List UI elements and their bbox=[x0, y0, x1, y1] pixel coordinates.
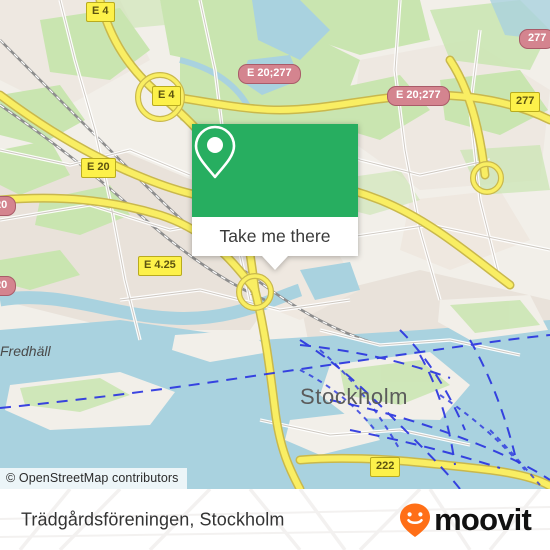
road-shield-e20: E 20 bbox=[81, 158, 116, 178]
map-canvas[interactable]: Stockholm Fredhäll E 4 E 4 E 20 E 4.25 E… bbox=[0, 0, 550, 489]
destination-name: Trädgårdsföreningen, Stockholm bbox=[21, 509, 285, 529]
map-pin-icon bbox=[194, 125, 236, 179]
road-shield-e4-north: E 4 bbox=[86, 2, 115, 22]
moovit-wordmark: moovit bbox=[434, 502, 532, 537]
map-label-stockholm: Stockholm bbox=[300, 384, 409, 409]
road-shield-277-pink: 277 bbox=[519, 29, 550, 49]
road-shield-277: 277 bbox=[510, 92, 541, 112]
moovit-logo[interactable]: moovit bbox=[398, 502, 532, 538]
moovit-map-screen: Stockholm Fredhäll E 4 E 4 E 20 E 4.25 E… bbox=[0, 0, 550, 550]
road-shield-e20-277-b: E 20;277 bbox=[387, 86, 450, 106]
popup-pointer bbox=[262, 256, 288, 270]
popup-header bbox=[192, 124, 358, 217]
road-shield-e20-277-a: E 20;277 bbox=[238, 64, 301, 84]
road-shield-e425: E 4.25 bbox=[138, 256, 182, 276]
osm-attribution[interactable]: © OpenStreetMap contributors bbox=[0, 468, 187, 489]
take-me-there-button[interactable]: Take me there bbox=[192, 217, 358, 256]
destination-popup[interactable]: Take me there bbox=[192, 124, 358, 270]
moovit-pin-smile-icon bbox=[400, 503, 431, 537]
road-shield-222: 222 bbox=[370, 457, 401, 477]
footer-bar: Trädgårdsföreningen, Stockholm moovit bbox=[0, 489, 550, 550]
road-shield-e4-mid: E 4 bbox=[152, 86, 181, 106]
map-label-fredhall: Fredhäll bbox=[0, 343, 51, 359]
